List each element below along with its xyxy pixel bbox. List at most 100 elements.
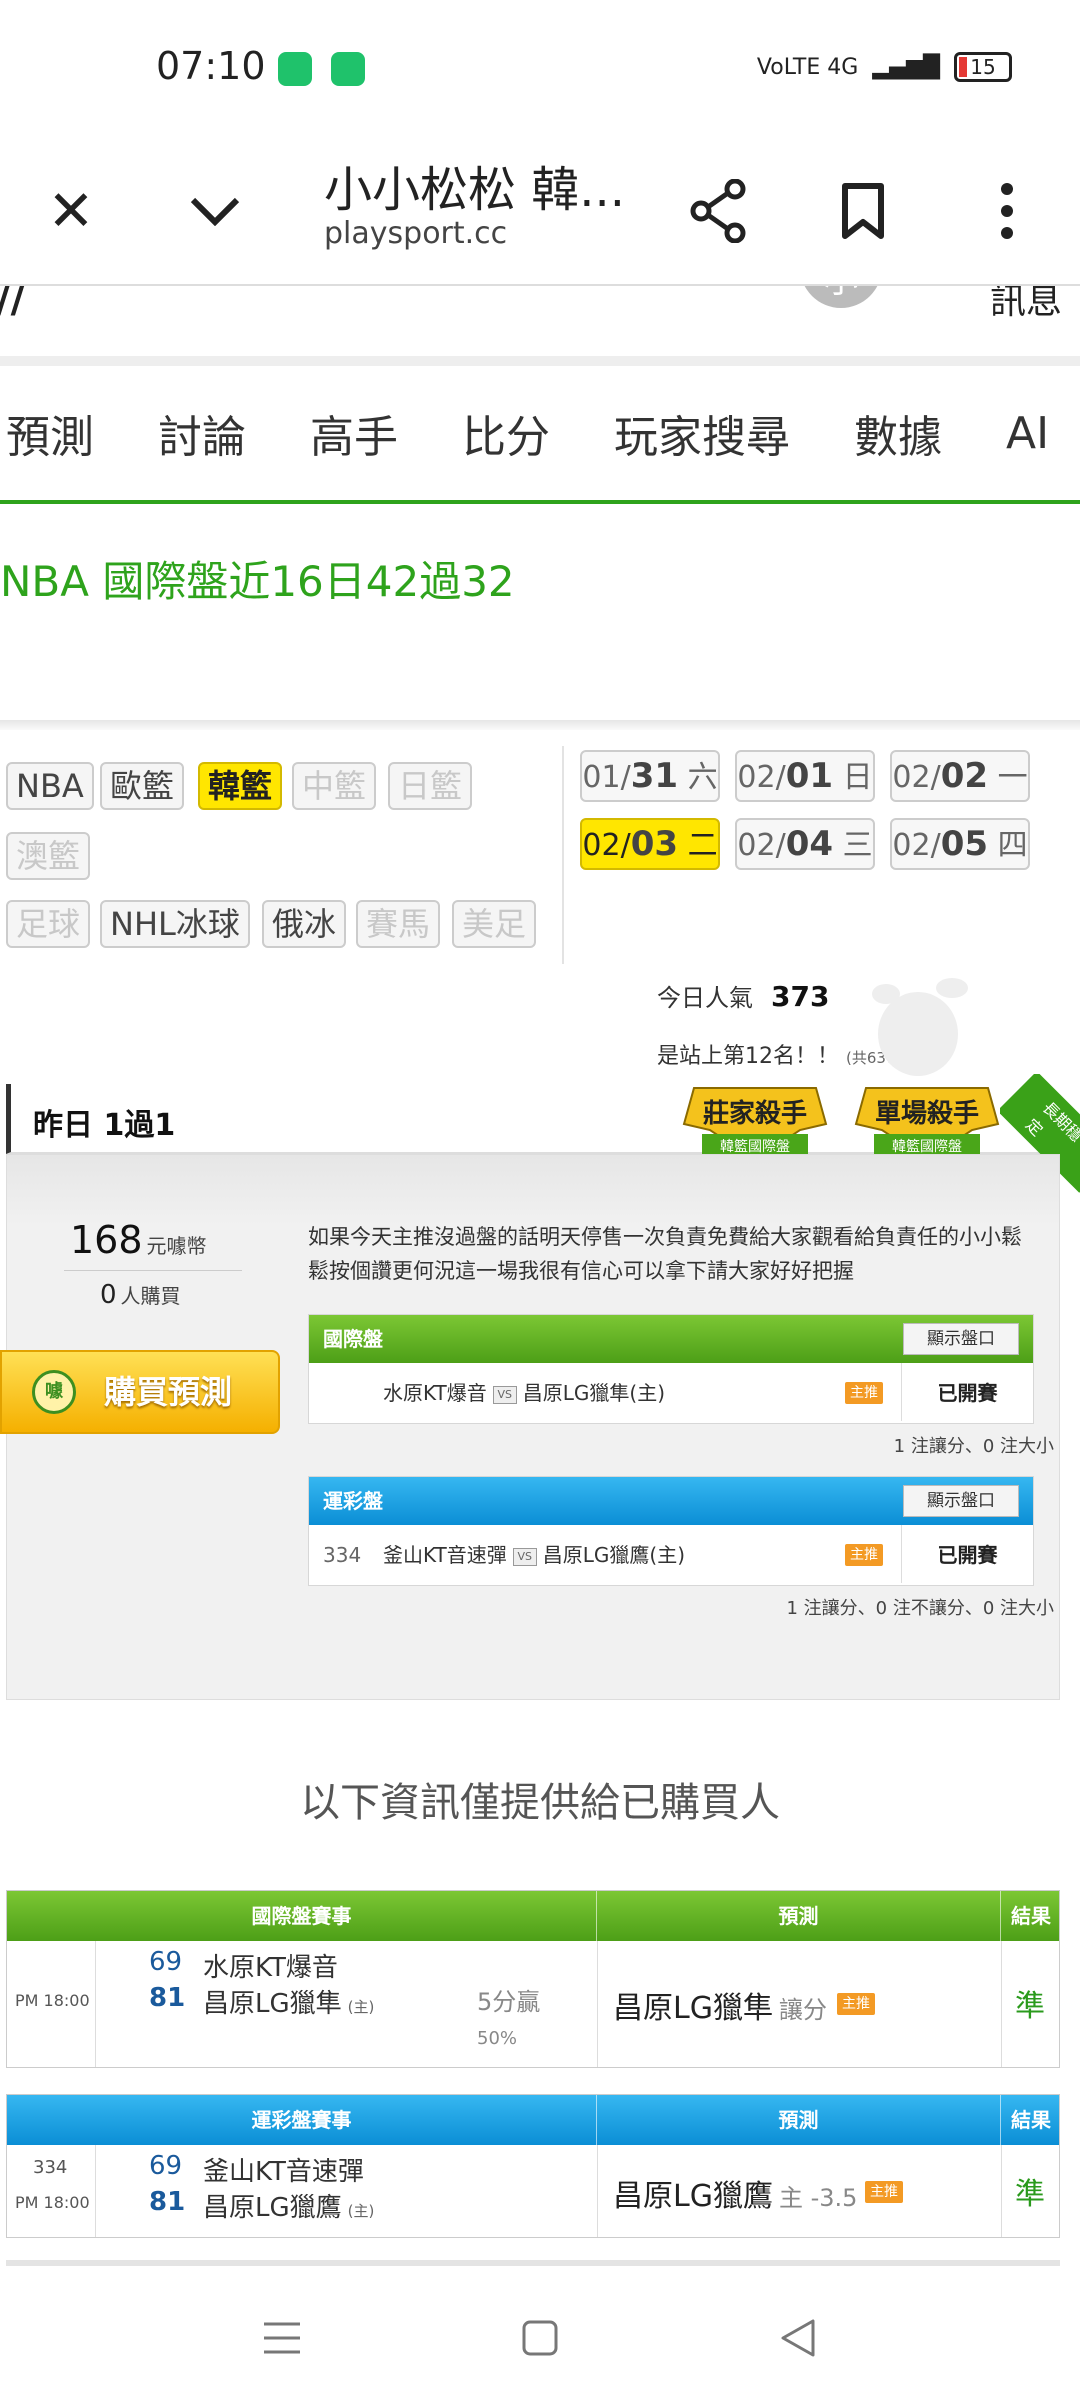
recent-apps-icon[interactable] — [242, 2298, 322, 2378]
international-results-table: 國際盤賽事 預測 結果 PM 18:00 69 水原KT爆音 81 昌原LG獵隼… — [6, 1890, 1060, 2068]
score-home: 81 — [149, 2187, 186, 2217]
team-home: 昌原LG獵鷹(主) — [542, 1543, 686, 1567]
bet-count-note: 1 注讓分、0 注大小 — [893, 1436, 1054, 1457]
match-time: PM 18:00 — [15, 2193, 90, 2212]
category-horse-racing: 賽馬 — [356, 900, 441, 948]
network-label: VoLTE 4G — [756, 54, 859, 80]
category-nhl-hockey[interactable]: NHL冰球 — [100, 900, 250, 948]
match-row: 水原KT爆音 VS 昌原LG獵隼(主) 主推 已開賽 — [309, 1363, 1033, 1423]
category-korea-basketball[interactable]: 韓籃 — [198, 762, 283, 810]
svg-text:莊家殺手: 莊家殺手 — [703, 1098, 807, 1129]
system-navigation-bar — [0, 2268, 1080, 2400]
team-away: 釜山KT音速彈 — [203, 2157, 364, 2187]
international-odds-panel: 國際盤 顯示盤口 水原KT爆音 VS 昌原LG獵隼(主) 主推 已開賽 — [308, 1314, 1034, 1424]
result-correct: 準 — [1015, 2177, 1045, 2212]
site-logo-fragment: // — [0, 286, 26, 322]
prediction: 昌原LG獵隼 讓分 — [613, 1991, 827, 2026]
status-bar: 07:10 VoLTE 4G ▂▄▆█ 15 — [0, 0, 1080, 140]
status-indicators: VoLTE 4G ▂▄▆█ 15 — [757, 52, 1012, 82]
page-title: 小小松松 韓... — [324, 162, 626, 218]
score-away: 69 — [149, 1947, 183, 1977]
game-number: 334 — [323, 1543, 362, 1567]
buyer-count: 0 人購買 — [100, 1280, 181, 1310]
back-icon[interactable] — [758, 2298, 838, 2378]
popularity: 今日人氣 373 — [657, 980, 830, 1013]
section-tabs: 預測 討論 高手 比分 玩家搜尋 數據 AI — [0, 356, 1080, 504]
main-pick-tag: 主推 — [865, 2181, 903, 2203]
team-home: 昌原LG獵鷹(主) — [203, 2193, 375, 2223]
date-0204[interactable]: 02/04 三 — [735, 818, 875, 870]
home-icon[interactable] — [500, 2298, 580, 2378]
tab-player-search[interactable]: 玩家搜尋 — [614, 401, 790, 465]
tab-predict[interactable]: 預測 — [6, 401, 94, 465]
app-notification-icon — [278, 52, 312, 86]
divider — [64, 1270, 242, 1271]
prediction: 昌原LG獵鷹主 -3.5 — [613, 2179, 858, 2214]
share-icon[interactable] — [674, 166, 764, 256]
buyers-only-notice: 以下資訊僅提供給已購買人 — [300, 1780, 780, 1826]
show-odds-button[interactable]: 顯示盤口 — [903, 1323, 1019, 1355]
browser-toolbar: ✕ 小小松松 韓... playsport.cc — [0, 140, 1080, 286]
category-australia-basketball: 澳籃 — [6, 832, 91, 880]
date-0131[interactable]: 01/31 六 — [580, 750, 720, 802]
tab-discussion[interactable]: 討論 — [158, 401, 246, 465]
vs-icon: VS — [492, 1385, 517, 1404]
match-status: 已開賽 — [901, 1525, 1033, 1583]
match-row: 334 釜山KT音速彈 VS 昌原LG獵鷹(主) 主推 已開賽 — [309, 1525, 1033, 1585]
tab-experts[interactable]: 高手 — [310, 401, 398, 465]
date-0203[interactable]: 02/03 二 — [580, 818, 720, 870]
panel-title: 運彩盤 顯示盤口 — [309, 1477, 1033, 1525]
more-options-icon[interactable] — [962, 166, 1052, 256]
price: 168 元噱幣 — [70, 1218, 207, 1262]
page-url[interactable]: playsport.cc — [324, 216, 507, 251]
main-pick-tag: 主推 — [845, 1544, 883, 1566]
bookmark-icon[interactable] — [818, 166, 908, 256]
category-china-basketball: 中籃 — [292, 762, 377, 810]
lottery-odds-panel: 運彩盤 顯示盤口 334 釜山KT音速彈 VS 昌原LG獵鷹(主) 主推 已開賽 — [308, 1476, 1034, 1586]
date-0205[interactable]: 02/05 四 — [890, 818, 1030, 870]
avatar[interactable]: 小 — [800, 286, 882, 308]
divider — [562, 746, 564, 964]
site-header-partial: // 小 訊息 — [0, 286, 1080, 356]
close-icon[interactable]: ✕ — [26, 166, 116, 256]
category-euro-basketball[interactable]: 歐籃 — [100, 762, 185, 810]
team-home: 昌原LG獵隼(主) — [203, 1989, 375, 2019]
svg-text:韓籃國際盤: 韓籃國際盤 — [720, 1139, 790, 1155]
main-pick-tag: 主推 — [845, 1382, 883, 1404]
buy-prediction-button[interactable]: 噱 購買預測 — [0, 1350, 280, 1434]
panel-title: 國際盤 顯示盤口 — [309, 1315, 1033, 1363]
category-russia-hockey[interactable]: 俄冰 — [262, 900, 347, 948]
show-odds-button[interactable]: 顯示盤口 — [903, 1485, 1019, 1517]
team-away: 水原KT爆音 — [383, 1381, 487, 1405]
mascot-watermark-icon — [872, 978, 968, 1076]
bet-count-note: 1 注讓分、0 注不讓分、0 注大小 — [786, 1598, 1054, 1619]
chevron-down-icon[interactable] — [170, 166, 260, 256]
team-home: 昌原LG獵隼(主) — [522, 1381, 666, 1405]
single-game-killer-badge-icon: 單場殺手 韓籃國際盤 — [854, 1087, 1000, 1162]
game-number: 334 — [33, 2157, 68, 2178]
date-0202[interactable]: 02/02 一 — [890, 750, 1030, 802]
vs-icon: VS — [512, 1547, 537, 1566]
score-away: 69 — [149, 2151, 183, 2181]
date-0201[interactable]: 02/01 日 — [735, 750, 875, 802]
coin-icon: 噱 — [32, 1370, 76, 1414]
prediction-description: 如果今天主推沒過盤的話明天停售一次負責免費給大家觀看給負責任的小小鬆鬆按個讚更何… — [308, 1225, 1022, 1283]
table-header: 國際盤賽事 預測 結果 — [7, 1891, 1059, 1941]
score-home: 81 — [149, 1983, 186, 2013]
match-time: PM 18:00 — [15, 1991, 90, 2010]
table-row: 334 PM 18:00 69 釜山KT音速彈 81 昌原LG獵鷹 (主) 昌原L… — [7, 2145, 1059, 2237]
match-status: 已開賽 — [901, 1363, 1033, 1421]
header-link-fragment[interactable]: 訊息 — [990, 286, 1062, 324]
team-away: 釜山KT音速彈 — [383, 1543, 507, 1567]
category-nba[interactable]: NBA — [6, 762, 94, 810]
result-correct: 準 — [1015, 1989, 1045, 2024]
record-headline: NBA 國際盤近16日42過32 — [0, 557, 515, 606]
tab-ai[interactable]: AI — [1006, 408, 1049, 459]
category-football: 足球 — [6, 900, 91, 948]
tab-scores[interactable]: 比分 — [462, 401, 550, 465]
dealer-killer-badge-icon: 莊家殺手 韓籃國際盤 — [682, 1087, 828, 1162]
tab-data[interactable]: 數據 — [854, 401, 942, 465]
battery-icon: 15 — [954, 52, 1012, 82]
svg-text:單場殺手: 單場殺手 — [875, 1099, 979, 1129]
svg-text:韓籃國際盤: 韓籃國際盤 — [892, 1139, 962, 1155]
